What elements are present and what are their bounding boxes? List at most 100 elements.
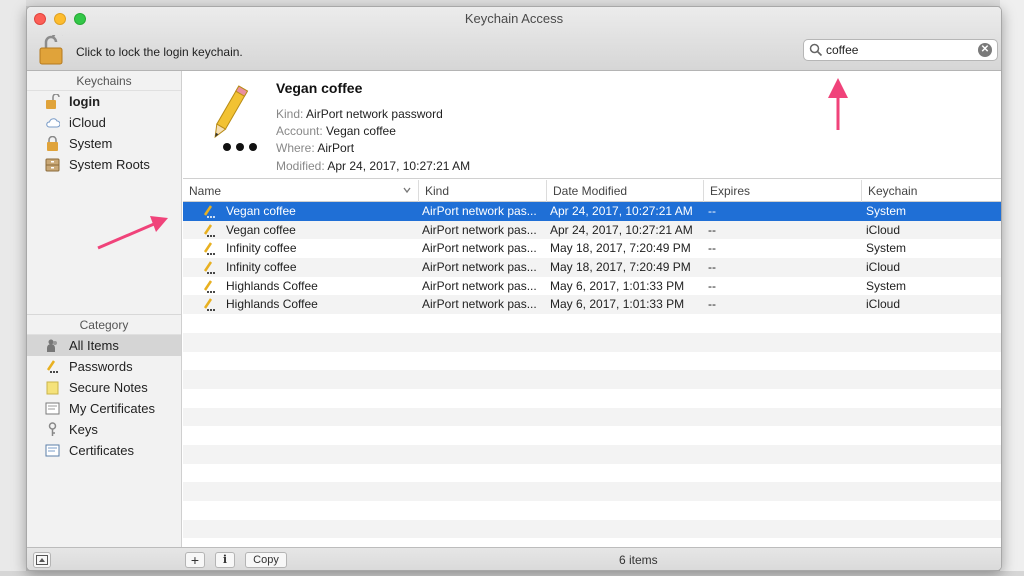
- copy-button[interactable]: Copy: [245, 552, 287, 568]
- lock-keychain-label[interactable]: Click to lock the login keychain.: [76, 45, 243, 59]
- table-row[interactable]: Infinity coffee AirPort network pas... May…: [183, 239, 1001, 258]
- window-title: Keychain Access: [464, 11, 564, 26]
- pencil-dots-icon: [203, 298, 215, 312]
- column-header-expires[interactable]: Expires: [703, 180, 861, 202]
- cell-date-modified: Apr 24, 2017, 10:27:21 AM: [550, 204, 693, 218]
- empty-table-row: [183, 370, 1001, 389]
- cell-date-modified: May 6, 2017, 1:01:33 PM: [550, 278, 685, 293]
- detail-kind-key: Kind:: [276, 107, 304, 121]
- table-row[interactable]: Vegan coffee AirPort network pas... Apr 24…: [183, 220, 1001, 240]
- cell-kind: AirPort network pas...: [422, 260, 537, 275]
- detail-modified-value: Apr 24, 2017, 10:27:21 AM: [327, 159, 471, 173]
- cell-date-modified: May 18, 2017, 7:20:49 PM: [550, 260, 691, 275]
- empty-table-row: [183, 464, 1001, 483]
- empty-table-row: [183, 501, 1001, 520]
- sidebar-item-label: iCloud: [69, 115, 106, 130]
- cell-kind: AirPort network pas...: [422, 204, 537, 218]
- cell-expires: --: [708, 241, 716, 256]
- detail-account-value: Vegan coffee: [326, 124, 396, 138]
- pencil-dots-icon: [214, 85, 257, 151]
- cell-kind: AirPort network pas...: [422, 297, 537, 312]
- detail-kind-value: AirPort network password: [306, 107, 443, 121]
- sidebar-item-passwords[interactable]: Passwords: [27, 356, 181, 377]
- sidebar-item-label: Keys: [69, 422, 98, 437]
- sidebar-item-label: login: [69, 94, 101, 109]
- desktop-background-bottom: [0, 571, 1024, 576]
- search-field[interactable]: ✕: [803, 39, 998, 61]
- empty-table-row: [183, 352, 1001, 371]
- cell-expires: --: [708, 204, 716, 218]
- note-icon: [46, 381, 59, 395]
- item-count: 6 items: [619, 553, 658, 567]
- sidebar-item-system-roots[interactable]: System Roots: [27, 154, 181, 175]
- pencil-dots-icon: [203, 261, 215, 275]
- annotation-arrow-up-icon: [828, 78, 848, 130]
- detail-kind-row: Kind: AirPort network password: [276, 107, 443, 121]
- sidebar-item-label: Secure Notes: [69, 380, 148, 395]
- cell-keychain: System: [866, 204, 907, 218]
- sidebar-item-login[interactable]: login: [27, 91, 181, 112]
- table-row[interactable]: Highlands Coffee AirPort network pas... Ma…: [183, 295, 1001, 315]
- sidebar-item-icloud[interactable]: iCloud: [27, 112, 181, 133]
- column-header-label: Name: [189, 184, 222, 198]
- sidebar-item-label: Certificates: [69, 443, 135, 458]
- cell-name: Vegan coffee: [226, 204, 296, 218]
- sidebar-item-label: System Roots: [69, 157, 150, 172]
- sidebar-item-certificates[interactable]: Certificates: [27, 440, 181, 461]
- empty-table-row: [183, 407, 1001, 427]
- get-info-button[interactable]: i: [215, 552, 235, 568]
- detail-title: Vegan coffee: [276, 80, 363, 96]
- table-row[interactable]: Vegan coffee AirPort network pas... Apr 24…: [183, 202, 1001, 221]
- annotation-arrow-right-icon: [97, 216, 168, 250]
- column-header-label: Date Modified: [553, 184, 628, 198]
- empty-table-row: [183, 444, 1001, 464]
- cell-date-modified: Apr 24, 2017, 10:27:21 AM: [550, 222, 693, 237]
- pencil-dots-icon: [46, 360, 58, 373]
- clear-search-icon[interactable]: ✕: [978, 43, 992, 57]
- sidebar-item-keys[interactable]: Keys: [27, 419, 181, 440]
- cell-date-modified: May 18, 2017, 7:20:49 PM: [550, 241, 691, 256]
- certificate-icon: [45, 402, 60, 415]
- detail-modified-key: Modified:: [276, 159, 325, 173]
- key-icon: [48, 422, 57, 436]
- column-header-label: Kind: [425, 184, 450, 198]
- search-input[interactable]: [826, 41, 971, 59]
- pencil-dots-icon: [203, 205, 215, 218]
- keychains-header: Keychains: [27, 71, 181, 91]
- table-row[interactable]: Infinity coffee AirPort network pas... May…: [183, 258, 1001, 277]
- cell-expires: --: [708, 222, 716, 237]
- cell-keychain: iCloud: [866, 222, 901, 237]
- sidebar-item-system[interactable]: System: [27, 133, 181, 154]
- cell-keychain: System: [866, 278, 907, 293]
- cell-date-modified: May 6, 2017, 1:01:33 PM: [550, 297, 685, 312]
- sidebar-item-label: All Items: [69, 338, 119, 353]
- sidebar: Keychains login iCloud System System Roo…: [27, 71, 182, 547]
- column-header-name[interactable]: Name: [183, 180, 418, 202]
- column-header-keychain[interactable]: Keychain: [861, 180, 1001, 202]
- desktop-background-left: [0, 0, 26, 576]
- title-bar: Keychain Access Click to lock the login …: [27, 7, 1001, 71]
- lock-open-icon[interactable]: [39, 35, 63, 65]
- toggle-sidebar-button[interactable]: [33, 552, 51, 568]
- sidebar-item-label: System: [69, 136, 113, 151]
- column-header-kind[interactable]: Kind: [418, 180, 546, 202]
- cabinet-icon: [45, 158, 60, 172]
- chevron-down-icon: [403, 187, 411, 194]
- sidebar-item-secure-notes[interactable]: Secure Notes: [27, 377, 181, 398]
- people-icon: [47, 339, 57, 352]
- cell-expires: --: [708, 297, 716, 312]
- add-item-button[interactable]: +: [185, 552, 205, 568]
- empty-table-row: [183, 314, 1001, 333]
- detail-modified-row: Modified: Apr 24, 2017, 10:27:21 AM: [276, 159, 470, 173]
- sidebar-item-all-items[interactable]: All Items: [27, 335, 181, 356]
- category-header: Category: [27, 315, 181, 335]
- cell-name: Vegan coffee: [226, 222, 296, 237]
- sidebar-item-my-certificates[interactable]: My Certificates: [27, 398, 181, 419]
- sidebar-toggle-icon: [36, 555, 48, 565]
- table-header: Name Kind Date Modified Expires Keychain: [183, 180, 1001, 202]
- table-row[interactable]: Highlands Coffee AirPort network pas... Ma…: [183, 277, 1001, 296]
- cell-expires: --: [708, 260, 716, 275]
- column-header-date-modified[interactable]: Date Modified: [546, 180, 703, 202]
- cloud-icon: [46, 118, 60, 128]
- status-bar: + i Copy 6 items: [27, 547, 1001, 570]
